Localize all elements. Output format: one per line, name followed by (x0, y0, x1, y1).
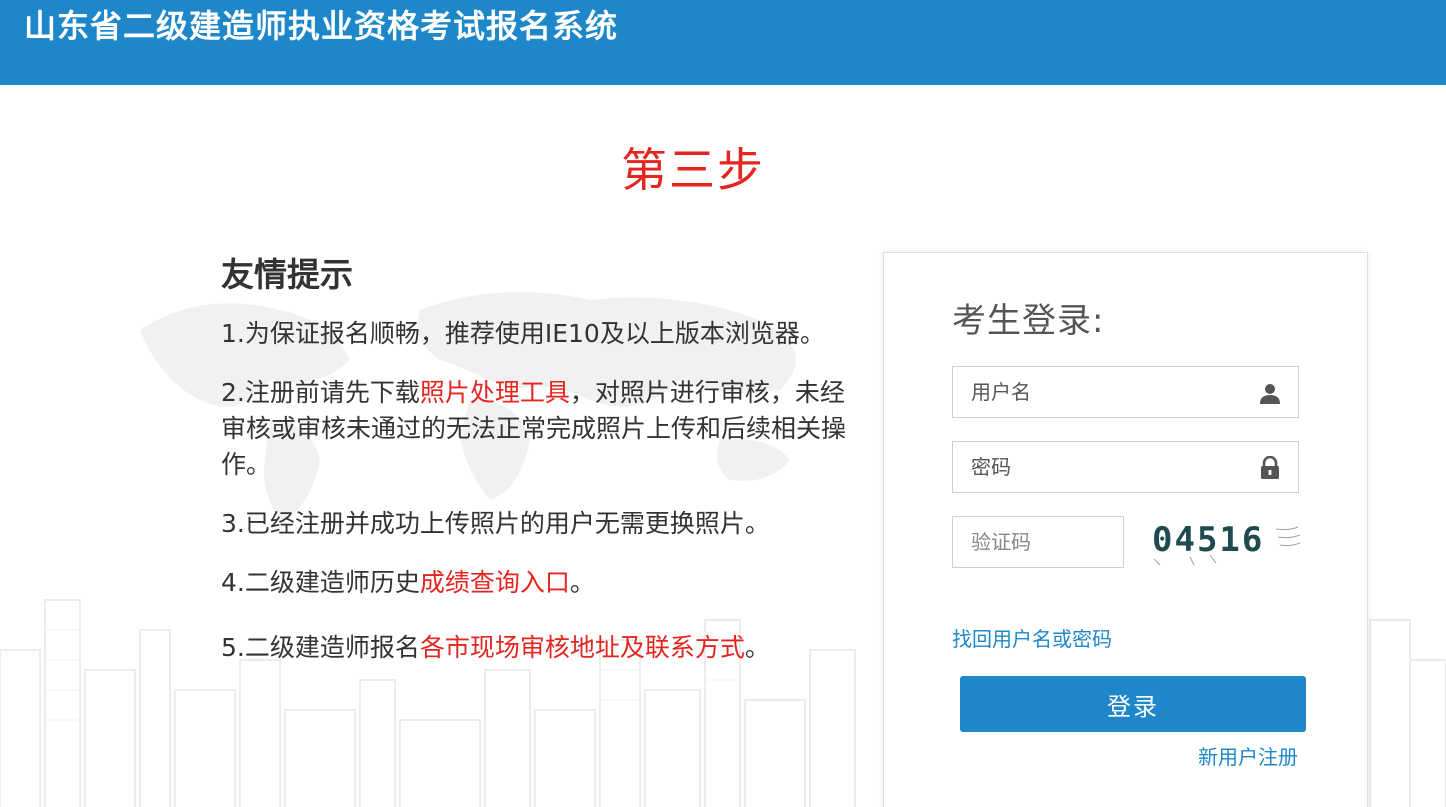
tip-item-4: 4.二级建造师历史成绩查询入口。 (221, 565, 851, 601)
tip-item-3: 3.已经注册并成功上传照片的用户无需更换照片。 (221, 506, 851, 542)
captcha-field (952, 516, 1124, 568)
password-input[interactable] (953, 442, 1298, 492)
tip-1-text: 1.为保证报名顺畅，推荐使用IE10及以上版本浏览器。 (221, 319, 825, 348)
username-input[interactable] (953, 367, 1298, 417)
captcha-text: 04516 (1152, 520, 1264, 560)
username-field (952, 366, 1299, 418)
captcha-input[interactable] (953, 517, 1123, 567)
user-icon (1260, 384, 1280, 404)
forgot-credentials-link[interactable]: 找回用户名或密码 (952, 625, 1112, 653)
password-field (952, 441, 1299, 493)
login-title: 考生登录: (952, 301, 1105, 341)
tip-2-prefix: 2.注册前请先下载 (221, 378, 420, 407)
tip-5-suffix: 。 (744, 633, 770, 662)
captcha-image[interactable]: 04516 (1150, 515, 1300, 569)
tip-item-1: 1.为保证报名顺畅，推荐使用IE10及以上版本浏览器。 (221, 316, 851, 352)
register-link[interactable]: 新用户注册 (1198, 743, 1298, 771)
review-address-link[interactable]: 各市现场审核地址及联系方式 (420, 633, 745, 662)
score-query-link[interactable]: 成绩查询入口 (420, 568, 570, 597)
step-title: 第三步 (621, 143, 765, 197)
tips-panel: 友情提示 1.为保证报名顺畅，推荐使用IE10及以上版本浏览器。 2.注册前请先… (221, 252, 851, 689)
photo-tool-link[interactable]: 照片处理工具 (420, 378, 570, 407)
tip-4-suffix: 。 (569, 568, 595, 597)
lock-icon (1261, 456, 1279, 479)
login-button[interactable]: 登录 (960, 676, 1306, 732)
tip-3-text: 3.已经注册并成功上传照片的用户无需更换照片。 (221, 509, 770, 538)
tips-title: 友情提示 (221, 255, 353, 294)
tip-5-prefix: 5.二级建造师报名 (221, 633, 420, 662)
tip-4-prefix: 4.二级建造师历史 (221, 568, 420, 597)
header-bar: 山东省二级建造师执业资格考试报名系统 (0, 0, 1446, 85)
tip-item-2: 2.注册前请先下载照片处理工具，对照片进行审核，未经审核或审核未通过的无法正常完… (221, 375, 851, 483)
login-panel: 考生登录: 04516 (883, 252, 1368, 807)
page: 山东省二级建造师执业资格考试报名系统 第三步 友情提示 1.为保证报名顺畅，推荐… (0, 0, 1446, 807)
tip-item-5: 5.二级建造师报名各市现场审核地址及联系方式。 (221, 630, 851, 666)
site-title: 山东省二级建造师执业资格考试报名系统 (24, 7, 619, 45)
